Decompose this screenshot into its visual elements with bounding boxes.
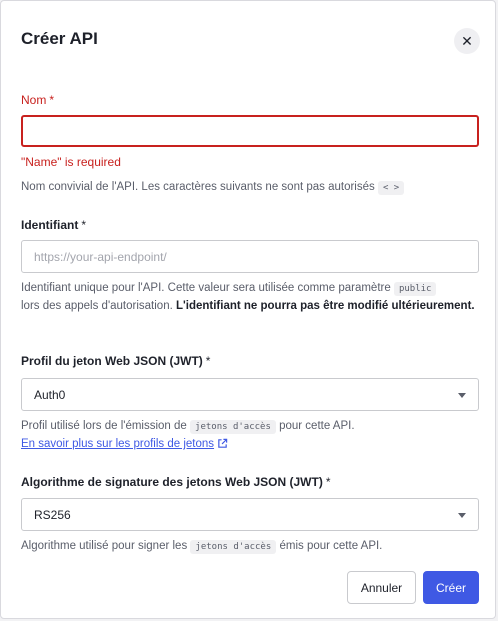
name-error-message: "Name" is required (21, 155, 121, 169)
signing-alg-selected-value: RS256 (34, 507, 71, 522)
access-tokens-code: jetons d'accès (190, 420, 276, 434)
forbidden-chars-code: < > (377, 181, 405, 195)
identifier-label: Identifiant * (21, 218, 86, 232)
required-mark: * (81, 218, 86, 232)
name-help-text: Nom convivial de l'API. Les caractères s… (21, 179, 479, 197)
name-input[interactable] (21, 115, 479, 147)
close-button[interactable]: ✕ (454, 28, 480, 54)
public-param-code: public (393, 282, 437, 296)
create-button[interactable]: Créer (423, 571, 479, 604)
name-label: Nom * (21, 93, 54, 107)
signing-alg-select[interactable]: RS256 (21, 498, 479, 531)
access-tokens-code: jetons d'accès (190, 540, 277, 554)
required-mark: * (325, 475, 331, 489)
chevron-down-icon (458, 393, 466, 398)
signing-alg-help-part1: Algorithme utilisé pour signer les (21, 540, 188, 552)
jwt-profile-help-text: Profil utilisé lors de l'émission de jet… (21, 418, 479, 455)
cancel-button[interactable]: Annuler (347, 571, 416, 604)
jwt-profile-selected-value: Auth0 (34, 387, 66, 402)
create-api-dialog: Créer API ✕ Nom * "Name" is required Nom … (0, 0, 496, 619)
chevron-down-icon (458, 513, 466, 518)
signing-alg-label: Algorithme de signature des jetons Web J… (21, 475, 331, 489)
close-icon: ✕ (461, 32, 473, 49)
dialog-title: Créer API (21, 29, 98, 48)
name-label-text: Nom (21, 93, 47, 107)
signing-alg-help-part2: émis pour cette API. (279, 540, 383, 552)
jwt-profile-help-part1: Profil utilisé lors de l'émission de (21, 420, 187, 432)
jwt-profile-label-text: Profil du jeton Web JSON (JWT) (21, 354, 203, 368)
required-mark: * (49, 93, 55, 107)
signing-alg-label-text: Algorithme de signature des jetons Web J… (21, 475, 323, 489)
jwt-profile-help-part2: pour cette API. (279, 420, 355, 432)
jwt-profile-label: Profil du jeton Web JSON (JWT) * (21, 354, 210, 368)
jwt-profile-select[interactable]: Auth0 (21, 378, 479, 411)
token-profiles-link[interactable]: En savoir plus sur les profils de jetons (21, 438, 214, 450)
identifier-help-part2: lors des appels d'autorisation. (21, 300, 173, 312)
name-help-text-body: Nom convivial de l'API. Les caractères s… (21, 181, 375, 193)
required-mark: * (205, 354, 211, 368)
signing-alg-help-text: Algorithme utilisé pour signer les jeton… (21, 538, 479, 556)
identifier-label-text: Identifiant (21, 218, 79, 232)
identifier-help-part1: Identifiant unique pour l'API. Cette val… (21, 282, 391, 294)
identifier-input[interactable] (21, 240, 479, 273)
identifier-help-text: Identifiant unique pour l'API. Cette val… (21, 280, 479, 315)
external-link-icon (217, 438, 228, 455)
identifier-help-bold: L'identifiant ne pourra pas être modifié… (176, 300, 475, 312)
